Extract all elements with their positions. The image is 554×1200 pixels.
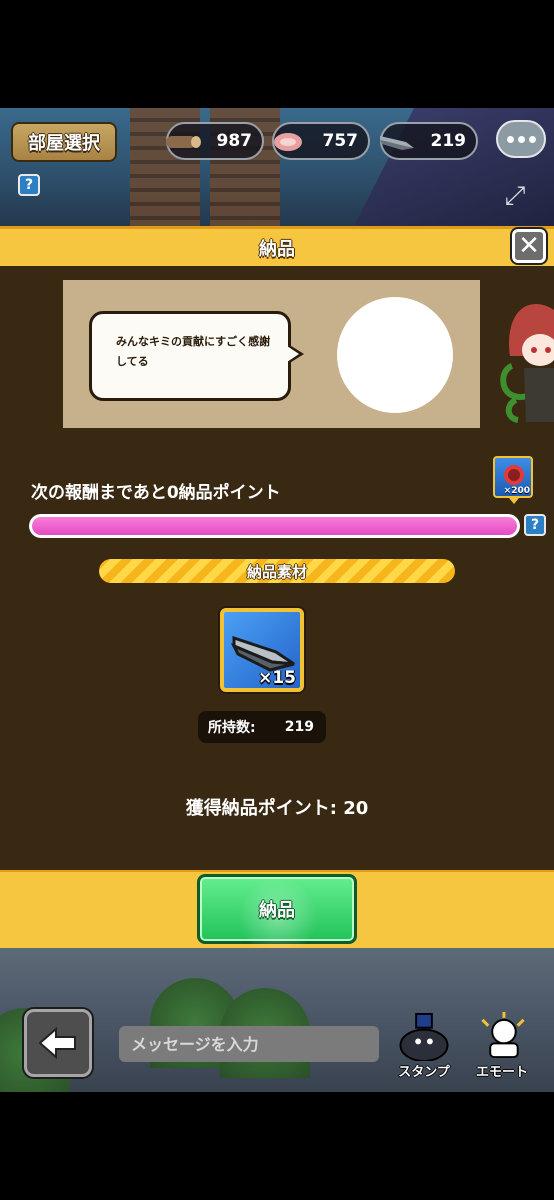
speech-bubble: みんなキミの貢献にすごく感謝してる	[89, 311, 304, 401]
progress-bar	[29, 514, 520, 538]
deliver-button[interactable]: 納品	[197, 874, 357, 957]
chat-button[interactable]	[496, 120, 546, 158]
next-reward-text: 次の報酬まであと0納品ポイント	[31, 483, 281, 503]
deliver-label: 納品	[259, 900, 295, 921]
arrow-left-icon	[38, 1026, 76, 1060]
material-qty: ×15	[258, 668, 296, 688]
close-button[interactable]: ✕	[512, 229, 546, 263]
stamp-button[interactable]: スタンプ	[390, 1012, 458, 1080]
help-button[interactable]: ?	[18, 174, 40, 196]
expand-icon[interactable]: ⤢	[494, 176, 536, 216]
avatar-placeholder	[337, 297, 453, 413]
meat-icon	[274, 133, 302, 151]
room-select-button[interactable]: 部屋選択	[11, 122, 117, 162]
resource-blade: 219	[380, 122, 478, 160]
material-header-label: 納品素材	[246, 562, 307, 581]
emote-label: エモート	[475, 1065, 528, 1080]
resource-meat: 757	[272, 122, 370, 160]
message-input[interactable]	[119, 1026, 379, 1062]
material-header: 納品素材	[99, 559, 455, 583]
owned-value: 219	[284, 719, 314, 735]
progress-help-button[interactable]: ?	[524, 514, 546, 536]
resource-blade-value: 219	[430, 131, 467, 151]
reward-count: ×200	[503, 486, 530, 496]
progress-fill	[32, 517, 517, 535]
stamp-label: スタンプ	[398, 1065, 450, 1080]
log-icon	[166, 136, 201, 148]
ring-icon	[504, 465, 524, 485]
npc-character	[500, 304, 554, 423]
speech-text: みんなキミの貢献にすごく感謝してる	[116, 335, 271, 368]
stamp-icon	[399, 1012, 449, 1061]
resource-meat-value: 757	[322, 131, 359, 151]
modal-title: 納品	[259, 238, 295, 260]
emote-icon	[481, 1012, 525, 1059]
material-item[interactable]: ×15	[220, 608, 304, 692]
reward-icon[interactable]: ×200	[493, 456, 533, 504]
resource-log-value: 987	[216, 131, 253, 151]
owned-label: 所持数:	[208, 720, 256, 736]
resource-log: 987	[166, 122, 264, 160]
emote-button[interactable]: エモート	[468, 1012, 536, 1080]
blade-icon	[380, 136, 414, 150]
modal-header: 納品	[0, 226, 554, 266]
owned-count: 所持数: 219	[198, 711, 326, 743]
back-button[interactable]	[24, 1009, 92, 1077]
points-earned: 獲得納品ポイント: 20	[185, 798, 369, 819]
